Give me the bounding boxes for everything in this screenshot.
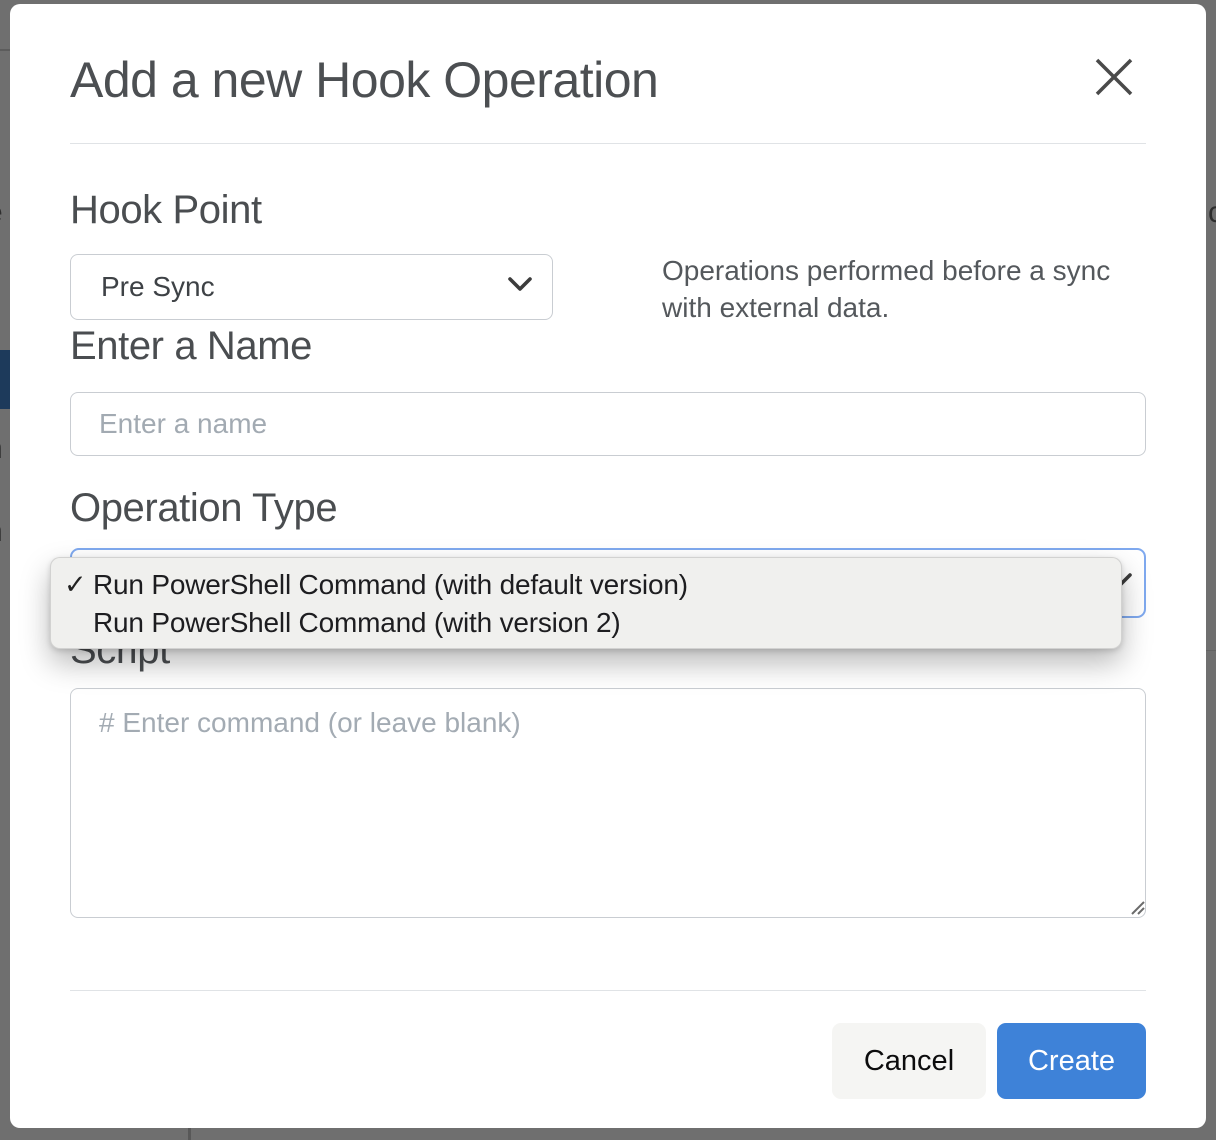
operation-type-label: Operation Type (70, 484, 337, 532)
dropdown-option-label: Run PowerShell Command (with default ver… (93, 569, 688, 601)
close-icon (1088, 51, 1140, 106)
backdrop-navy-block-fragment (0, 350, 10, 409)
footer-divider (70, 990, 1146, 991)
hook-point-help-text: Operations performed before a sync with … (662, 252, 1140, 326)
header-divider (70, 143, 1146, 144)
backdrop-bottom-strip (0, 1128, 1216, 1140)
modal-title: Add a new Hook Operation (70, 50, 658, 110)
dropdown-option-version-2[interactable]: Run PowerShell Command (with version 2) (51, 604, 1121, 642)
name-label: Enter a Name (70, 322, 312, 370)
backdrop-tick-fragment (188, 1128, 191, 1140)
cancel-button[interactable]: Cancel (832, 1023, 986, 1099)
backdrop-text-fragment: n (0, 517, 3, 547)
hook-point-selected-value: Pre Sync (101, 271, 215, 303)
create-button[interactable]: Create (997, 1023, 1146, 1099)
name-input[interactable] (70, 392, 1146, 456)
script-textarea[interactable] (70, 688, 1146, 918)
add-hook-operation-modal: Add a new Hook Operation Hook Point Pre … (10, 4, 1206, 1128)
backdrop-text-fragment: n (0, 434, 3, 464)
backdrop-divider-fragment (1206, 650, 1216, 651)
backdrop-left-strip: e n n (0, 0, 10, 1140)
backdrop-text-fragment: c (1208, 198, 1216, 228)
backdrop-text-fragment: e (0, 198, 3, 228)
backdrop-divider-fragment (0, 49, 10, 51)
dropdown-option-default-version[interactable]: ✓ Run PowerShell Command (with default v… (51, 566, 1121, 604)
backdrop-right-strip: c (1206, 0, 1216, 1140)
dropdown-option-label: Run PowerShell Command (with version 2) (93, 607, 621, 639)
hook-point-label: Hook Point (70, 186, 262, 234)
checkmark-icon: ✓ (64, 570, 86, 601)
resize-handle-icon[interactable] (1128, 898, 1146, 921)
close-button[interactable] (1086, 50, 1142, 106)
hook-point-select[interactable]: Pre Sync (70, 254, 553, 320)
chevron-down-icon (508, 277, 532, 297)
operation-type-dropdown-menu: ✓ Run PowerShell Command (with default v… (50, 557, 1122, 649)
